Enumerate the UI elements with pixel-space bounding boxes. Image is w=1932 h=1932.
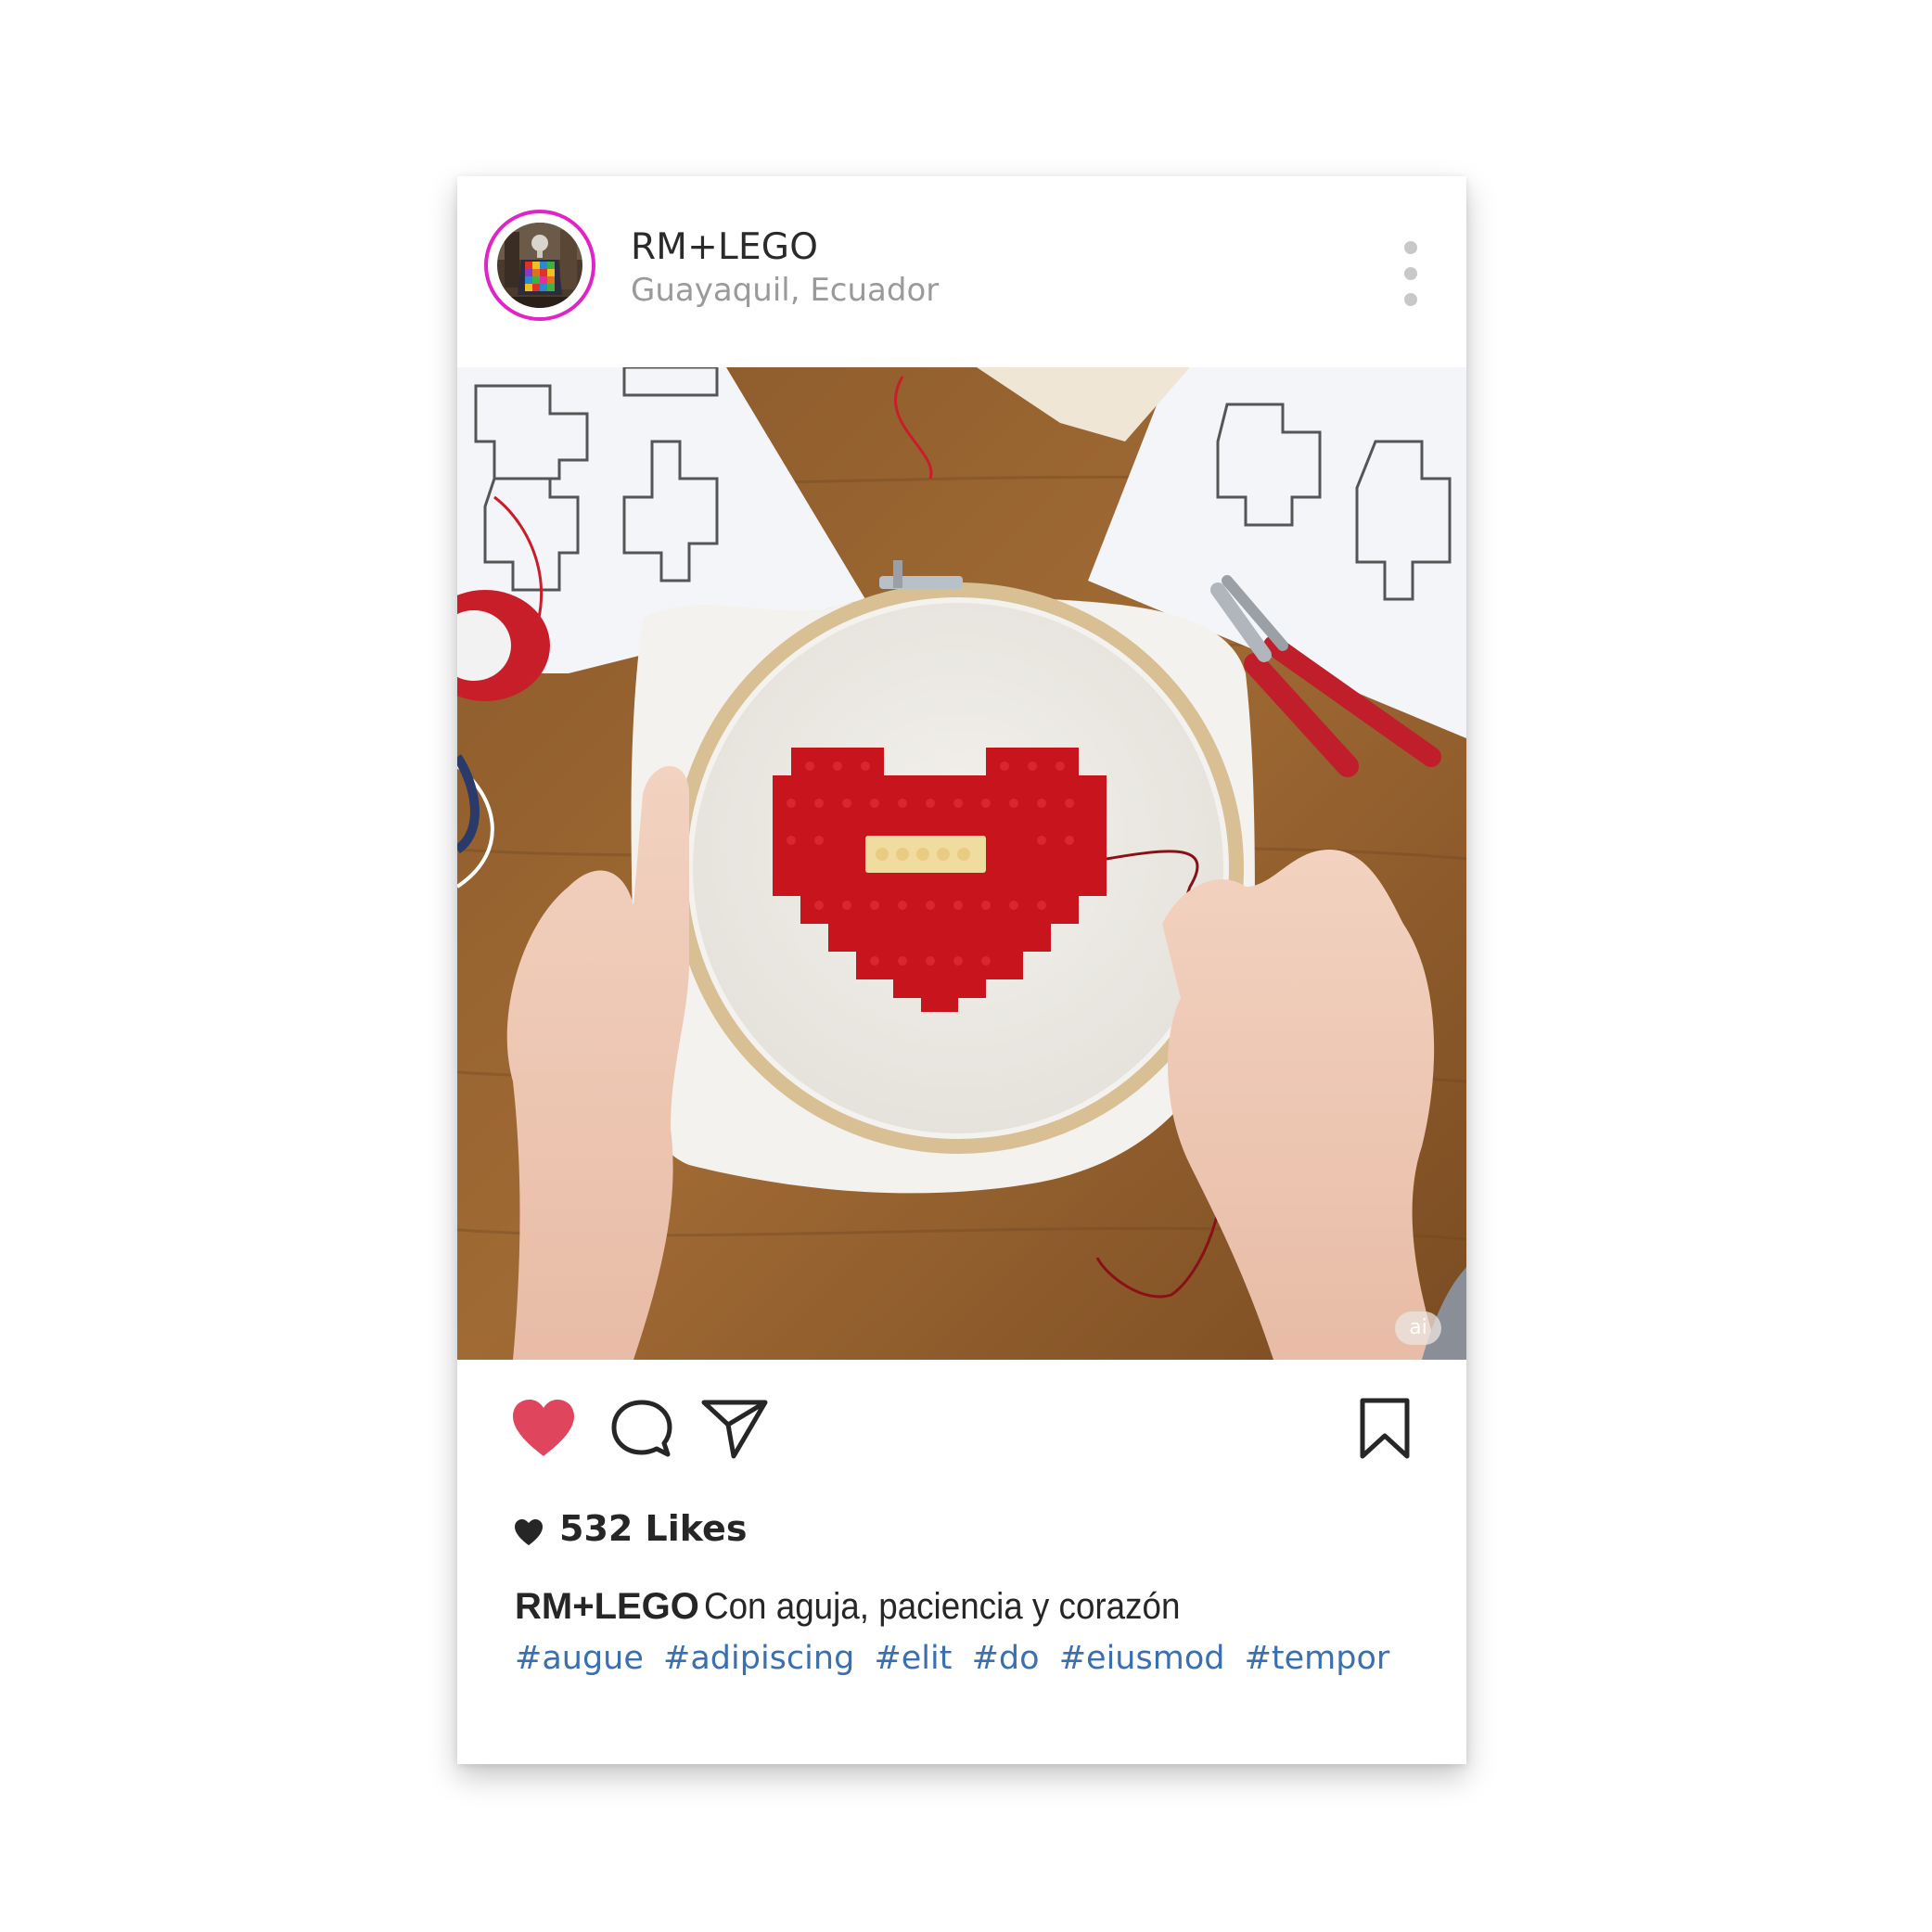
heart-filled-icon[interactable] <box>509 1397 578 1462</box>
caption-username[interactable]: RM+LEGO <box>515 1586 699 1627</box>
more-vertical-icon[interactable] <box>1394 241 1427 308</box>
bookmark-icon[interactable] <box>1357 1397 1413 1462</box>
hashtag-list: #augue #adipiscing #elit #do #eiusmod #t… <box>515 1640 1442 1677</box>
hashtag[interactable]: #tempor <box>1245 1640 1390 1677</box>
hashtag[interactable]: #elit <box>874 1640 952 1677</box>
hashtag[interactable]: #eiusmod <box>1059 1640 1225 1677</box>
comment-icon[interactable] <box>608 1397 677 1462</box>
hashtag[interactable]: #adipiscing <box>663 1640 854 1677</box>
likes-count: 532 Likes <box>559 1508 748 1549</box>
avatar[interactable] <box>484 210 595 321</box>
caption-text: Con aguja, paciencia y corazón <box>704 1586 1181 1627</box>
ai-badge: ai <box>1395 1311 1441 1345</box>
action-bar <box>457 1360 1466 1462</box>
post-image[interactable]: ai <box>457 367 1466 1360</box>
hashtag[interactable]: #augue <box>515 1640 644 1677</box>
post-location[interactable]: Guayaquil, Ecuador <box>631 272 939 309</box>
heart-icon <box>513 1517 544 1547</box>
post-caption: RM+LEGO Con aguja, paciencia y corazón <box>515 1586 1442 1628</box>
post-username[interactable]: RM+LEGO <box>631 226 818 268</box>
post-card: RM+LEGO Guayaquil, Ecuador ai 532 Likes … <box>457 176 1466 1764</box>
post-header: RM+LEGO Guayaquil, Ecuador <box>457 176 1466 367</box>
avatar-image <box>497 223 582 308</box>
send-icon[interactable] <box>700 1397 769 1462</box>
hashtag[interactable]: #do <box>972 1640 1040 1677</box>
